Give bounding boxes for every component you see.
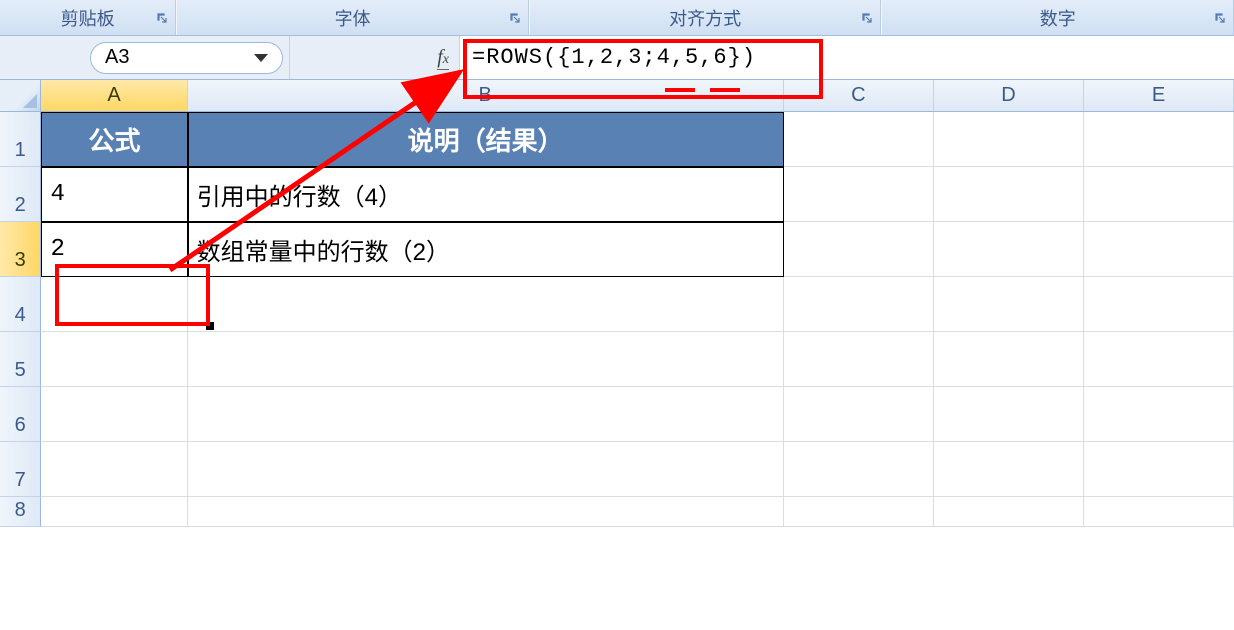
- annotation-underline-2: [710, 88, 740, 92]
- annotation-arrow: [0, 0, 1234, 630]
- annotation-underline-1: [665, 88, 695, 92]
